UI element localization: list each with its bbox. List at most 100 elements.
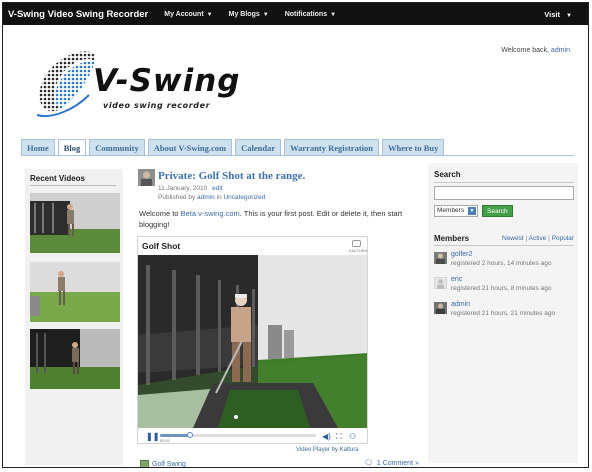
search-scope-select[interactable]: Members ▼ [434, 205, 478, 217]
powered-prefix: Video Player by [296, 447, 338, 453]
tab-where-to-buy[interactable]: Where to Buy [382, 139, 445, 155]
fullscreen-icon[interactable]: ⛶ [336, 432, 342, 442]
chevron-down-icon: ▼ [566, 13, 572, 19]
member-name[interactable]: admin [451, 301, 470, 308]
seek-progress [160, 434, 190, 437]
filter-newest[interactable]: Newest [502, 235, 524, 242]
seek-handle[interactable] [186, 432, 193, 438]
member-name[interactable]: eric [451, 276, 462, 283]
search-button[interactable]: Search [482, 205, 513, 217]
member-registered: registered 21 hours, 21 minutes ago [451, 310, 556, 317]
filter-active[interactable]: Active [529, 235, 547, 242]
post-title[interactable]: Private: Golf Shot at the range. [158, 170, 305, 182]
post-tags: Golf Swing [140, 460, 186, 467]
welcome-text: Welcome back, admin [501, 47, 570, 54]
pause-icon[interactable]: ❚❚ [146, 432, 159, 441]
avatar-image [138, 169, 155, 186]
tab-blog[interactable]: Blog [57, 139, 87, 155]
member-filters: Newest | Active | Popular [502, 235, 574, 242]
tab-about[interactable]: About V-Swing.com [147, 139, 233, 155]
recent-videos-sidebar: Recent Videos [25, 169, 123, 465]
separator: | [548, 235, 550, 242]
avatar[interactable] [434, 277, 447, 289]
video-frame[interactable] [138, 255, 367, 428]
golf-range-thumbnail-image [30, 329, 120, 389]
player-controls: ❚❚ 00:01 ◀) ⛶ ⚇ [138, 428, 367, 443]
my-blogs-menu[interactable]: My Blogs ▼ [229, 11, 269, 18]
post-body-rest: . This is your first post. Edit or delet… [139, 209, 403, 229]
post-body-prefix: Welcome to [139, 209, 179, 218]
tab-community[interactable]: Community [89, 139, 145, 155]
filter-popular[interactable]: Popular [552, 235, 574, 242]
comments-link[interactable]: 🗨 1 Comment » [364, 459, 419, 467]
site-logo[interactable]: V-Swing video swing recorder [31, 45, 261, 125]
visit-menu[interactable]: Visit ▼ [544, 10, 572, 19]
divider [434, 245, 574, 246]
golf-range-thumbnail-image [30, 193, 120, 253]
chevron-down-icon: ▼ [330, 11, 337, 18]
post-body: Welcome to Beta.v-swing.com. This is you… [139, 208, 419, 230]
search-input[interactable] [434, 186, 574, 200]
welcome-user-link[interactable]: admin [551, 47, 570, 54]
member-item: admin registered 21 hours, 21 minutes ag… [434, 301, 574, 323]
visit-label: Visit [544, 10, 560, 19]
post-meta: 11 January, 2010 edit Published by admin… [158, 184, 265, 202]
logo-tagline: video swing recorder [103, 101, 211, 110]
golf-range-thumbnail-image [30, 262, 120, 322]
video-thumbnail-3[interactable] [30, 329, 120, 389]
separator: | [525, 235, 528, 242]
recent-videos-heading: Recent Videos [30, 174, 85, 183]
video-thumbnail-2[interactable] [30, 262, 120, 322]
members-heading: Members [434, 234, 470, 243]
member-name[interactable]: golfer2 [451, 251, 472, 258]
my-account-menu[interactable]: My Account ▼ [164, 11, 212, 18]
time-display: 00:01 [160, 438, 171, 443]
my-account-label: My Account [164, 10, 204, 18]
author-link[interactable]: admin [197, 194, 215, 201]
video-thumbnail-1[interactable] [30, 193, 120, 253]
seek-bar[interactable] [160, 432, 316, 438]
browser-frame: V-Swing Video Swing Recorder My Account ▼… [2, 2, 589, 468]
share-icon[interactable]: ⚇ [349, 432, 356, 441]
admin-bar-brand[interactable]: V-Swing Video Swing Recorder [3, 9, 148, 20]
comments-count: 1 Comment » [376, 460, 419, 467]
main-nav: Home Blog Community About V-Swing.com Ca… [21, 139, 447, 155]
avatar[interactable] [434, 302, 447, 314]
kaltura-logo-icon [351, 240, 361, 247]
tag-link[interactable]: Golf Swing [152, 461, 186, 467]
notifications-menu[interactable]: Notifications ▼ [285, 11, 336, 18]
tab-warranty[interactable]: Warranty Registration [284, 139, 379, 155]
welcome-prefix: Welcome back, [501, 47, 549, 54]
video-title: Golf Shot [142, 241, 181, 251]
tab-calendar[interactable]: Calendar [235, 139, 282, 155]
golf-swing-video-still [138, 255, 367, 428]
comment-icon: 🗨 [364, 460, 373, 467]
chevron-down-icon: ▼ [262, 11, 269, 18]
tab-home[interactable]: Home [21, 139, 55, 155]
search-scope-value: Members [437, 207, 465, 214]
chevron-down-icon: ▼ [468, 207, 476, 215]
my-blogs-label: My Blogs [228, 10, 260, 18]
nav-divider [21, 155, 574, 156]
search-heading: Search [434, 170, 461, 179]
site-link[interactable]: Beta.v-swing.com [181, 209, 240, 218]
kaltura-badge-label: KALTURA [349, 248, 368, 253]
volume-icon[interactable]: ◀) [322, 432, 331, 441]
admin-bar: V-Swing Video Swing Recorder My Account ▼… [3, 3, 588, 25]
right-sidebar: Search Members ▼ Search Members Newest |… [428, 163, 578, 463]
notifications-label: Notifications [284, 10, 328, 18]
kaltura-badge[interactable]: KALTURA [349, 240, 367, 253]
author-avatar[interactable] [138, 169, 155, 186]
post-date: 11 January, 2010 [158, 185, 208, 192]
divider [30, 185, 116, 186]
member-registered: registered 2 hours, 14 minutes ago [451, 260, 552, 267]
video-player: Golf Shot KALTURA ❚❚ 00:01 ◀) ⛶ ⚇ [137, 236, 368, 444]
kaltura-link[interactable]: Kaltura [340, 447, 359, 453]
edit-link[interactable]: edit [212, 185, 222, 192]
in-label: in [216, 194, 222, 201]
category-link[interactable]: Uncategorized [223, 194, 265, 201]
tag-icon [140, 460, 149, 467]
avatar[interactable] [434, 252, 447, 264]
member-registered: registered 21 hours, 8 minutes ago [451, 285, 552, 292]
member-item: eric registered 21 hours, 8 minutes ago [434, 276, 574, 298]
